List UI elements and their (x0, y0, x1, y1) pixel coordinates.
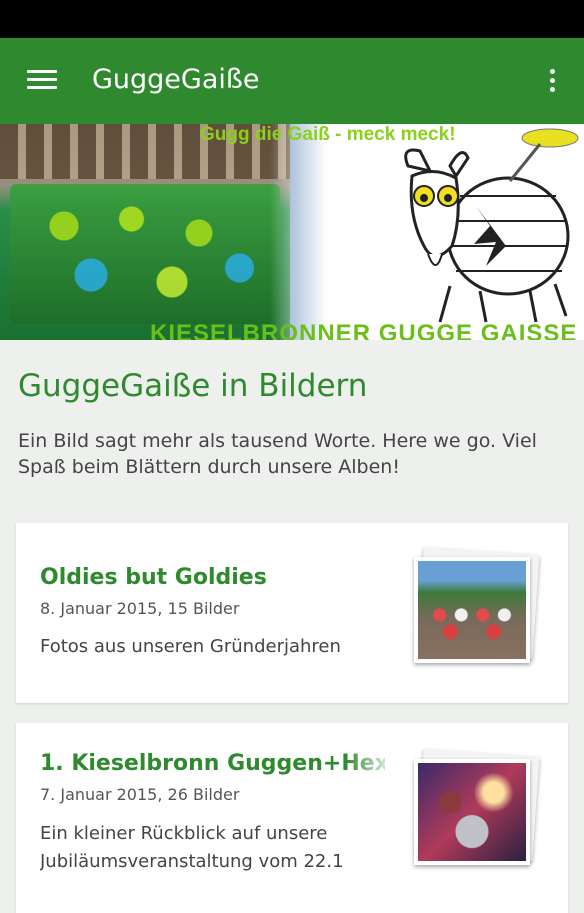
album-thumbnail (412, 547, 544, 673)
hero-banner: KIESELBRONNER GUGGE GAISSE (150, 320, 578, 340)
status-bar (0, 0, 584, 38)
hero-image: Gugg die Gaiß - meck meck! KIESELBRONNER… (0, 124, 584, 340)
album-meta: 8. Januar 2015, 15 Bilder (40, 599, 240, 618)
section-description: Ein Bild sagt mehr als tausend Worte. He… (18, 430, 537, 478)
section-title: GuggeGaiße in Bildern (18, 368, 368, 404)
album-description: Fotos aus unseren Gründerjahren (40, 636, 341, 657)
more-vert-icon[interactable] (542, 67, 562, 97)
album-meta: 7. Januar 2015, 26 Bilder (40, 785, 240, 804)
album-description: Ein kleiner Rückblick auf unsere Jubiläu… (40, 823, 344, 872)
album-title: 1. Kieselbronn Guggen+Hexen (40, 751, 385, 776)
app-title: GuggeGaiße (92, 64, 260, 95)
app-bar: GuggeGaiße (0, 38, 584, 124)
album-card[interactable]: 1. Kieselbronn Guggen+Hexen 7. Januar 20… (16, 723, 568, 913)
hamburger-menu-icon[interactable] (27, 68, 59, 94)
album-card[interactable]: Oldies but Goldies 8. Januar 2015, 15 Bi… (16, 523, 568, 703)
album-thumbnail (412, 749, 544, 875)
goat-mascot-icon (404, 128, 579, 323)
band-photo (0, 124, 290, 340)
album-title: Oldies but Goldies (40, 565, 267, 590)
